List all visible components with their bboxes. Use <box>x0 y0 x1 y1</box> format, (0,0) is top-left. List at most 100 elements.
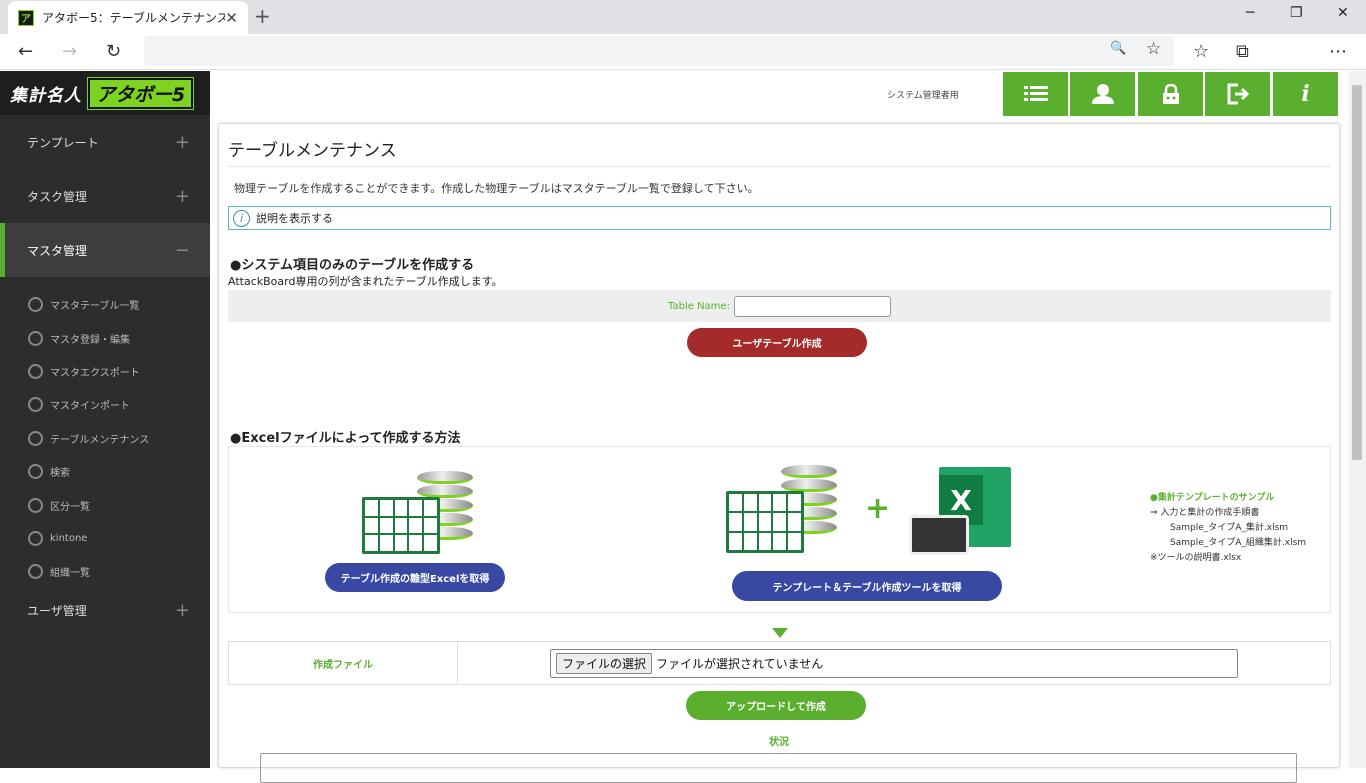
sample-link[interactable]: Sample_タイプA_組織集計.xlsm <box>1150 536 1306 551</box>
app-header: システム管理者用 i <box>210 71 1339 119</box>
sidebar-section-template[interactable]: テンプレート + <box>0 115 210 169</box>
sidebar-item-label: マスタテーブル一覧 <box>50 301 140 313</box>
lock-button[interactable] <box>1138 72 1203 116</box>
favicon-icon: ア <box>18 9 34 26</box>
sidebar-item[interactable]: 検索 <box>0 455 210 488</box>
sidebar: 集計名人 アタボー5 テンプレート + タスク管理 + マスタ管理 − マスタテ… <box>0 71 210 768</box>
sidebar-item-label: kintone <box>50 532 88 544</box>
logo-text: 集計名人 <box>10 85 82 106</box>
circle-icon <box>28 564 43 580</box>
logo[interactable]: 集計名人 アタボー5 <box>0 71 210 115</box>
sidebar-item-label: マスタインポート <box>50 401 130 413</box>
sidebar-item[interactable]: テーブルメンテナンス <box>0 422 210 455</box>
zoom-icon[interactable]: 🔍 <box>1110 41 1126 56</box>
minimize-icon[interactable]: ─ <box>1246 5 1254 21</box>
table-name-label: Table Name: <box>668 300 730 312</box>
user-icon <box>1091 84 1114 104</box>
restore-icon[interactable]: ❐ <box>1290 5 1303 21</box>
info-button[interactable]: i <box>1273 72 1338 116</box>
sample-link[interactable]: ⇒ 入力と集計の作成手順書 <box>1150 506 1306 521</box>
sidebar-item[interactable]: マスタインポート <box>0 388 210 421</box>
section-heading: ●システム項目のみのテーブルを作成する <box>230 258 475 273</box>
logout-icon <box>1227 83 1249 105</box>
user-button[interactable] <box>1070 72 1135 116</box>
file-status: ファイルが選択されていません <box>656 657 824 671</box>
sidebar-section-label: ユーザ管理 <box>27 604 87 619</box>
scrollbar-thumb[interactable] <box>1352 85 1362 460</box>
file-input[interactable]: ファイルの選択 ファイルが選択されていません <box>550 649 1238 678</box>
sidebar-item[interactable]: マスタ登録・編集 <box>0 321 210 354</box>
status-label: 状況 <box>769 737 789 748</box>
sidebar-item-label: 区分一覧 <box>50 501 90 513</box>
back-icon[interactable]: ← <box>18 41 33 62</box>
circle-icon <box>28 397 43 413</box>
excel-method-box: テーブル作成の雛型Excelを取得 + X テンプレート＆テーブル作成ツールを取… <box>228 446 1331 613</box>
section-heading: ●Excelファイルによって作成する方法 <box>230 431 461 446</box>
sample-link[interactable]: ※ツールの説明書.xlsx <box>1150 551 1306 566</box>
choose-file-button[interactable]: ファイルの選択 <box>556 653 653 674</box>
info-icon: i <box>1301 81 1310 107</box>
scrollbar[interactable] <box>1349 71 1366 768</box>
sidebar-item[interactable]: マスタテーブル一覧 <box>0 288 210 321</box>
show-explanation-label: 説明を表示する <box>256 212 333 225</box>
section-subtext: AttackBoard専用の列が含まれたテーブル作成します。 <box>228 275 503 288</box>
circle-icon <box>28 464 43 480</box>
add-favorite-icon[interactable]: ☆ <box>1146 39 1161 59</box>
get-tool-button[interactable]: テンプレート＆テーブル作成ツールを取得 <box>732 571 1002 601</box>
down-arrow-icon <box>772 628 788 638</box>
new-tab-icon[interactable]: + <box>254 4 271 28</box>
address-input[interactable]: 🔍 ☆ <box>144 36 1174 66</box>
collections-icon[interactable]: ⧉ <box>1236 41 1249 62</box>
sidebar-section-user[interactable]: ユーザ管理 + <box>0 589 210 633</box>
file-label: 作成ファイル <box>229 642 458 684</box>
table-name-input[interactable] <box>733 295 891 317</box>
table-name-row: Table Name: <box>228 290 1331 322</box>
sidebar-item-label: 組織一覧 <box>50 568 90 580</box>
forward-icon[interactable]: → <box>62 41 77 62</box>
spreadsheet-icon <box>362 497 440 554</box>
page-description: 物理テーブルを作成することができます。作成した物理テーブルはマスタテーブル一覧で… <box>234 182 759 195</box>
circle-icon <box>28 330 43 346</box>
favorites-icon[interactable]: ☆ <box>1193 41 1209 62</box>
get-template-excel-button[interactable]: テーブル作成の雛型Excelを取得 <box>325 563 505 592</box>
sample-list: ●集計テンプレートのサンプル ⇒ 入力と集計の作成手順書 Sample_タイプA… <box>1150 491 1306 566</box>
settings-menu-icon[interactable]: ⋯ <box>1329 41 1347 62</box>
sidebar-item-label: 検索 <box>50 468 70 480</box>
plus-icon: + <box>865 491 891 526</box>
circle-icon <box>28 430 43 446</box>
circle-icon <box>28 497 43 513</box>
sidebar-section-label: テンプレート <box>27 135 99 150</box>
collapse-icon: − <box>174 239 190 261</box>
circle-icon <box>28 530 43 546</box>
sidebar-item-label: マスタエクスポート <box>50 367 140 379</box>
sidebar-section-label: タスク管理 <box>27 189 88 204</box>
browser-tab[interactable]: ア アタボー5：テーブルメンテナンス ✕ <box>8 1 248 34</box>
main-panel: テーブルメンテナンス 物理テーブルを作成することができます。作成した物理テーブル… <box>218 123 1340 783</box>
list-button[interactable] <box>1003 72 1068 116</box>
role-label: システム管理者用 <box>887 91 959 101</box>
reload-icon[interactable]: ↻ <box>106 41 121 62</box>
sidebar-section-master[interactable]: マスタ管理 − <box>0 223 210 277</box>
logout-button[interactable] <box>1205 72 1270 116</box>
info-icon: i <box>233 209 250 227</box>
sidebar-item-label: マスタ登録・編集 <box>50 334 130 346</box>
sample-link[interactable]: Sample_タイプA_集計.xlsm <box>1150 521 1306 536</box>
upload-create-button[interactable]: アップロードして作成 <box>686 691 866 720</box>
window-close-icon[interactable]: ✕ <box>1337 5 1349 21</box>
create-user-table-button[interactable]: ユーザテーブル作成 <box>687 328 867 357</box>
sidebar-section-task[interactable]: タスク管理 + <box>0 169 210 223</box>
sidebar-item[interactable]: kintone <box>0 522 210 555</box>
sample-heading: ●集計テンプレートのサンプル <box>1150 493 1275 503</box>
show-explanation-toggle[interactable]: i 説明を表示する <box>228 206 1331 230</box>
list-icon <box>1023 86 1048 101</box>
tab-close-icon[interactable]: ✕ <box>225 9 238 27</box>
page-title: テーブルメンテナンス <box>228 141 397 161</box>
lock-icon <box>1162 84 1179 104</box>
browser-tabbar: ア アタボー5：テーブルメンテナンス ✕ + ─ ❐ ✕ <box>0 0 1366 34</box>
sidebar-item-label: テーブルメンテナンス <box>50 434 150 446</box>
sidebar-item[interactable]: マスタエクスポート <box>0 355 210 388</box>
sidebar-item[interactable]: 組織一覧 <box>0 555 210 588</box>
file-row: 作成ファイル ファイルの選択 ファイルが選択されていません <box>228 641 1331 685</box>
sidebar-section-label: マスタ管理 <box>27 243 88 258</box>
sidebar-item[interactable]: 区分一覧 <box>0 488 210 521</box>
